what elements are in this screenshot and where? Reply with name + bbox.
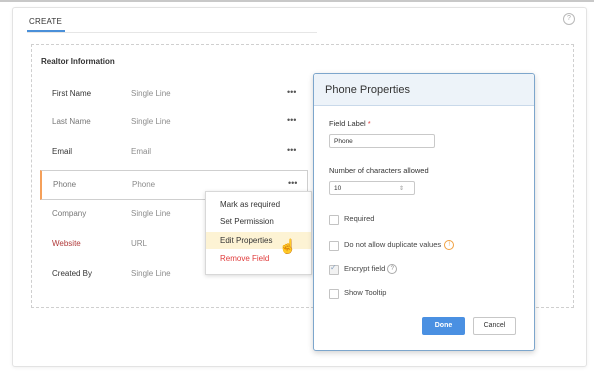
field-type: Email	[131, 147, 152, 156]
no-duplicates-checkbox[interactable]	[329, 241, 339, 251]
show-tooltip-checkbox[interactable]	[329, 289, 339, 299]
menu-item-remove-field[interactable]: Remove Field	[220, 254, 269, 263]
field-label-heading: Field Label *	[329, 119, 371, 128]
show-tooltip-label: Show Tooltip	[344, 288, 387, 297]
field-context-menu: Mark as required Set Permission Edit Pro…	[205, 191, 312, 275]
encrypt-field-checkbox[interactable]	[329, 263, 339, 275]
encrypt-field-label: Encrypt field?	[344, 264, 398, 275]
field-label: Phone	[53, 180, 77, 189]
field-type: Single Line	[131, 89, 171, 98]
help-icon[interactable]: ?	[563, 13, 575, 25]
menu-item-set-permission[interactable]: Set Permission	[220, 217, 274, 226]
field-row-first-name[interactable]: First Name Single Line •••	[41, 80, 306, 108]
field-row-email[interactable]: Email Email •••	[41, 138, 306, 166]
required-asterisk: *	[367, 119, 371, 128]
field-type: Single Line	[131, 117, 171, 126]
field-label: First Name	[52, 89, 92, 98]
chars-allowed-select[interactable]: 10 ⇕	[329, 181, 415, 195]
section-title: Realtor Information	[41, 57, 115, 66]
more-icon[interactable]: •••	[287, 145, 296, 155]
no-duplicates-label: Do not allow duplicate values!	[344, 240, 455, 251]
field-row-last-name[interactable]: Last Name Single Line •••	[41, 108, 306, 136]
cancel-button[interactable]: Cancel	[473, 317, 516, 335]
menu-item-mark-required[interactable]: Mark as required	[220, 200, 280, 209]
hand-pointer-icon: ☝	[279, 238, 297, 254]
field-label-input[interactable]: Phone	[329, 134, 435, 148]
field-type: Single Line	[131, 269, 171, 278]
field-label: Email	[52, 147, 73, 156]
chars-allowed-value: 10	[334, 185, 342, 192]
field-label: Website	[52, 239, 81, 248]
stepper-icon: ⇕	[398, 186, 404, 192]
more-icon[interactable]: •••	[288, 178, 297, 188]
chars-allowed-label: Number of characters allowed	[329, 166, 429, 175]
tab-create[interactable]: CREATE	[29, 17, 62, 26]
phone-properties-panel: Phone Properties Field Label * Phone Num…	[313, 73, 535, 351]
info-circle-icon[interactable]: !	[444, 240, 455, 251]
done-button[interactable]: Done	[422, 317, 465, 335]
tab-divider	[27, 32, 317, 33]
field-type: URL	[131, 239, 148, 248]
panel-title: Phone Properties	[325, 84, 410, 96]
required-label: Required	[344, 214, 375, 223]
more-icon[interactable]: •••	[287, 115, 296, 125]
field-label: Company	[52, 209, 87, 218]
top-border	[0, 0, 594, 2]
field-type: Single Line	[131, 209, 171, 218]
field-label: Created By	[52, 269, 93, 278]
required-checkbox[interactable]	[329, 215, 339, 225]
field-type: Phone	[132, 180, 156, 189]
question-circle-icon[interactable]: ?	[387, 264, 398, 275]
field-label: Last Name	[52, 117, 91, 126]
more-icon[interactable]: •••	[287, 87, 296, 97]
